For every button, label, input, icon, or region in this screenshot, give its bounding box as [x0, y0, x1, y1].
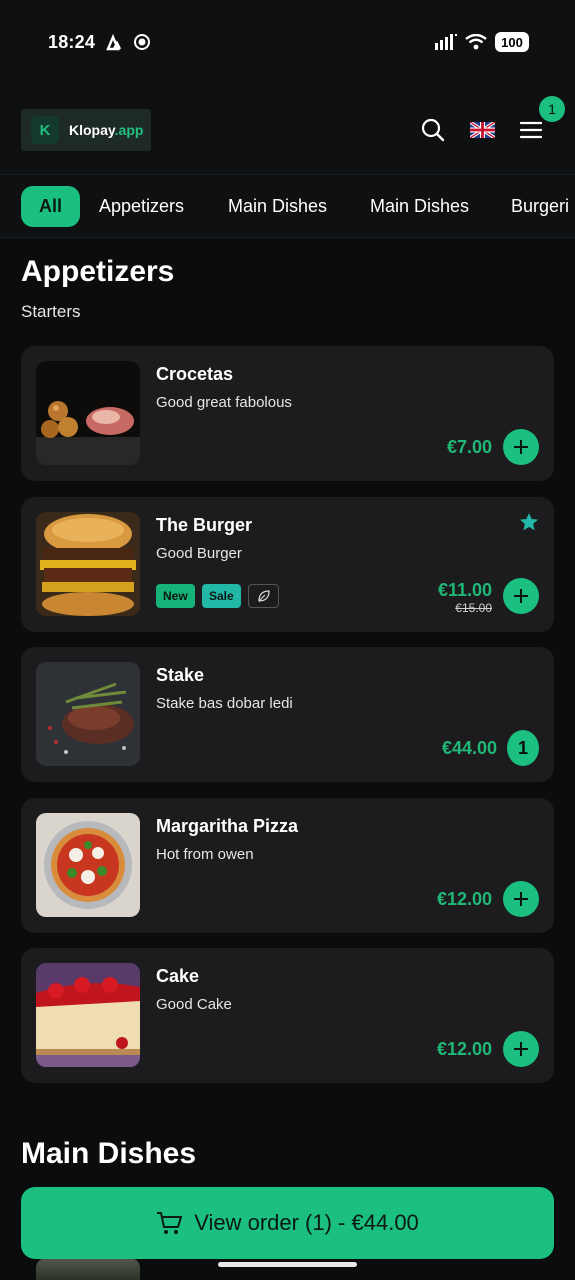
plus-icon	[514, 589, 528, 603]
logo-mark: K	[31, 116, 59, 144]
item-name: Margaritha Pizza	[156, 816, 299, 836]
item-image	[36, 512, 140, 616]
cart-icon	[157, 1212, 183, 1234]
logo[interactable]: K Klopay.app	[21, 109, 151, 151]
section-title: Appetizers	[21, 255, 175, 288]
tab-appetizers[interactable]: Appetizers	[99, 186, 184, 227]
tab-main-dishes-2[interactable]: Main Dishes	[370, 186, 469, 227]
item-name: Crocetas	[156, 364, 234, 384]
search-icon	[421, 118, 445, 142]
item-description: Good great fabolous	[156, 394, 292, 411]
add-to-cart-button[interactable]	[503, 578, 539, 614]
view-order-label: View order (1) - €44.00	[194, 1210, 419, 1235]
add-to-cart-button[interactable]	[503, 1031, 539, 1067]
home-indicator[interactable]	[218, 1262, 357, 1267]
menu-item-card[interactable]: Cake Good Cake €12.00	[21, 948, 554, 1083]
tab-burgeri[interactable]: Burgeri	[511, 186, 569, 227]
item-description: Good Cake	[156, 996, 232, 1013]
item-image	[36, 662, 140, 766]
section-subtitle: Starters	[21, 302, 81, 321]
app-header: K Klopay.app 1	[0, 86, 575, 174]
status-time: 18:24	[48, 32, 96, 52]
record-icon	[134, 34, 150, 50]
menu-icon	[520, 121, 542, 139]
status-bar: 18:24 100	[0, 0, 575, 86]
new-badge: New	[156, 584, 195, 608]
item-name: Cake	[156, 966, 200, 986]
item-image	[36, 361, 140, 465]
wifi-icon	[465, 34, 487, 50]
item-price: €7.00	[446, 437, 492, 457]
logo-name: Klopay	[69, 122, 115, 138]
star-icon[interactable]	[519, 512, 539, 532]
item-name: Stake	[156, 665, 205, 685]
item-name: The Burger	[156, 515, 253, 535]
item-price: €44.00	[441, 738, 497, 758]
leaf-icon	[257, 590, 270, 602]
signal-icon	[435, 34, 457, 50]
add-to-cart-button[interactable]	[503, 429, 539, 465]
item-description: Stake bas dobar ledi	[156, 695, 293, 712]
tab-main-dishes[interactable]: Main Dishes	[228, 186, 327, 227]
plus-icon	[514, 440, 528, 454]
menu-item-card[interactable]: Margaritha Pizza Hot from owen €12.00	[21, 798, 554, 933]
category-tabs: All Appetizers Main Dishes Main Dishes B…	[0, 174, 575, 238]
menu-item-card[interactable]: Crocetas Good great fabolous €7.00	[21, 346, 554, 481]
language-button[interactable]	[466, 114, 498, 146]
plus-icon	[514, 892, 528, 906]
item-image	[36, 963, 140, 1067]
view-order-button[interactable]: View order (1) - €44.00	[21, 1187, 554, 1259]
section-title: Main Dishes	[21, 1137, 197, 1170]
item-price: €12.00	[436, 889, 492, 909]
battery-indicator: 100	[495, 32, 529, 52]
strava-icon	[106, 33, 122, 51]
search-button[interactable]	[417, 114, 449, 146]
menu-button[interactable]	[515, 114, 547, 146]
item-old-price: €15.00	[455, 601, 492, 615]
item-image	[36, 813, 140, 917]
uk-flag-icon	[469, 122, 495, 138]
menu-item-card[interactable]: The Burger Good Burger New Sale €11.00 €…	[21, 497, 554, 632]
add-to-cart-button[interactable]	[503, 881, 539, 917]
plus-icon	[514, 1042, 528, 1056]
cart-quantity-button[interactable]: 1	[507, 730, 539, 766]
tab-all[interactable]: All	[21, 186, 81, 227]
item-image	[36, 1258, 140, 1280]
sale-badge: Sale	[202, 584, 241, 608]
cart-count-badge: 1	[539, 96, 565, 122]
item-price: €11.00	[437, 580, 492, 600]
status-icons: 100	[435, 32, 529, 52]
item-price: €12.00	[436, 1039, 492, 1059]
logo-text: Klopay.app	[69, 122, 143, 138]
item-description: Hot from owen	[156, 846, 254, 863]
vegan-badge	[248, 584, 279, 608]
logo-suffix: .app	[114, 122, 144, 138]
item-description: Good Burger	[156, 545, 242, 562]
menu-item-card[interactable]: Stake Stake bas dobar ledi €44.00 1	[21, 647, 554, 782]
